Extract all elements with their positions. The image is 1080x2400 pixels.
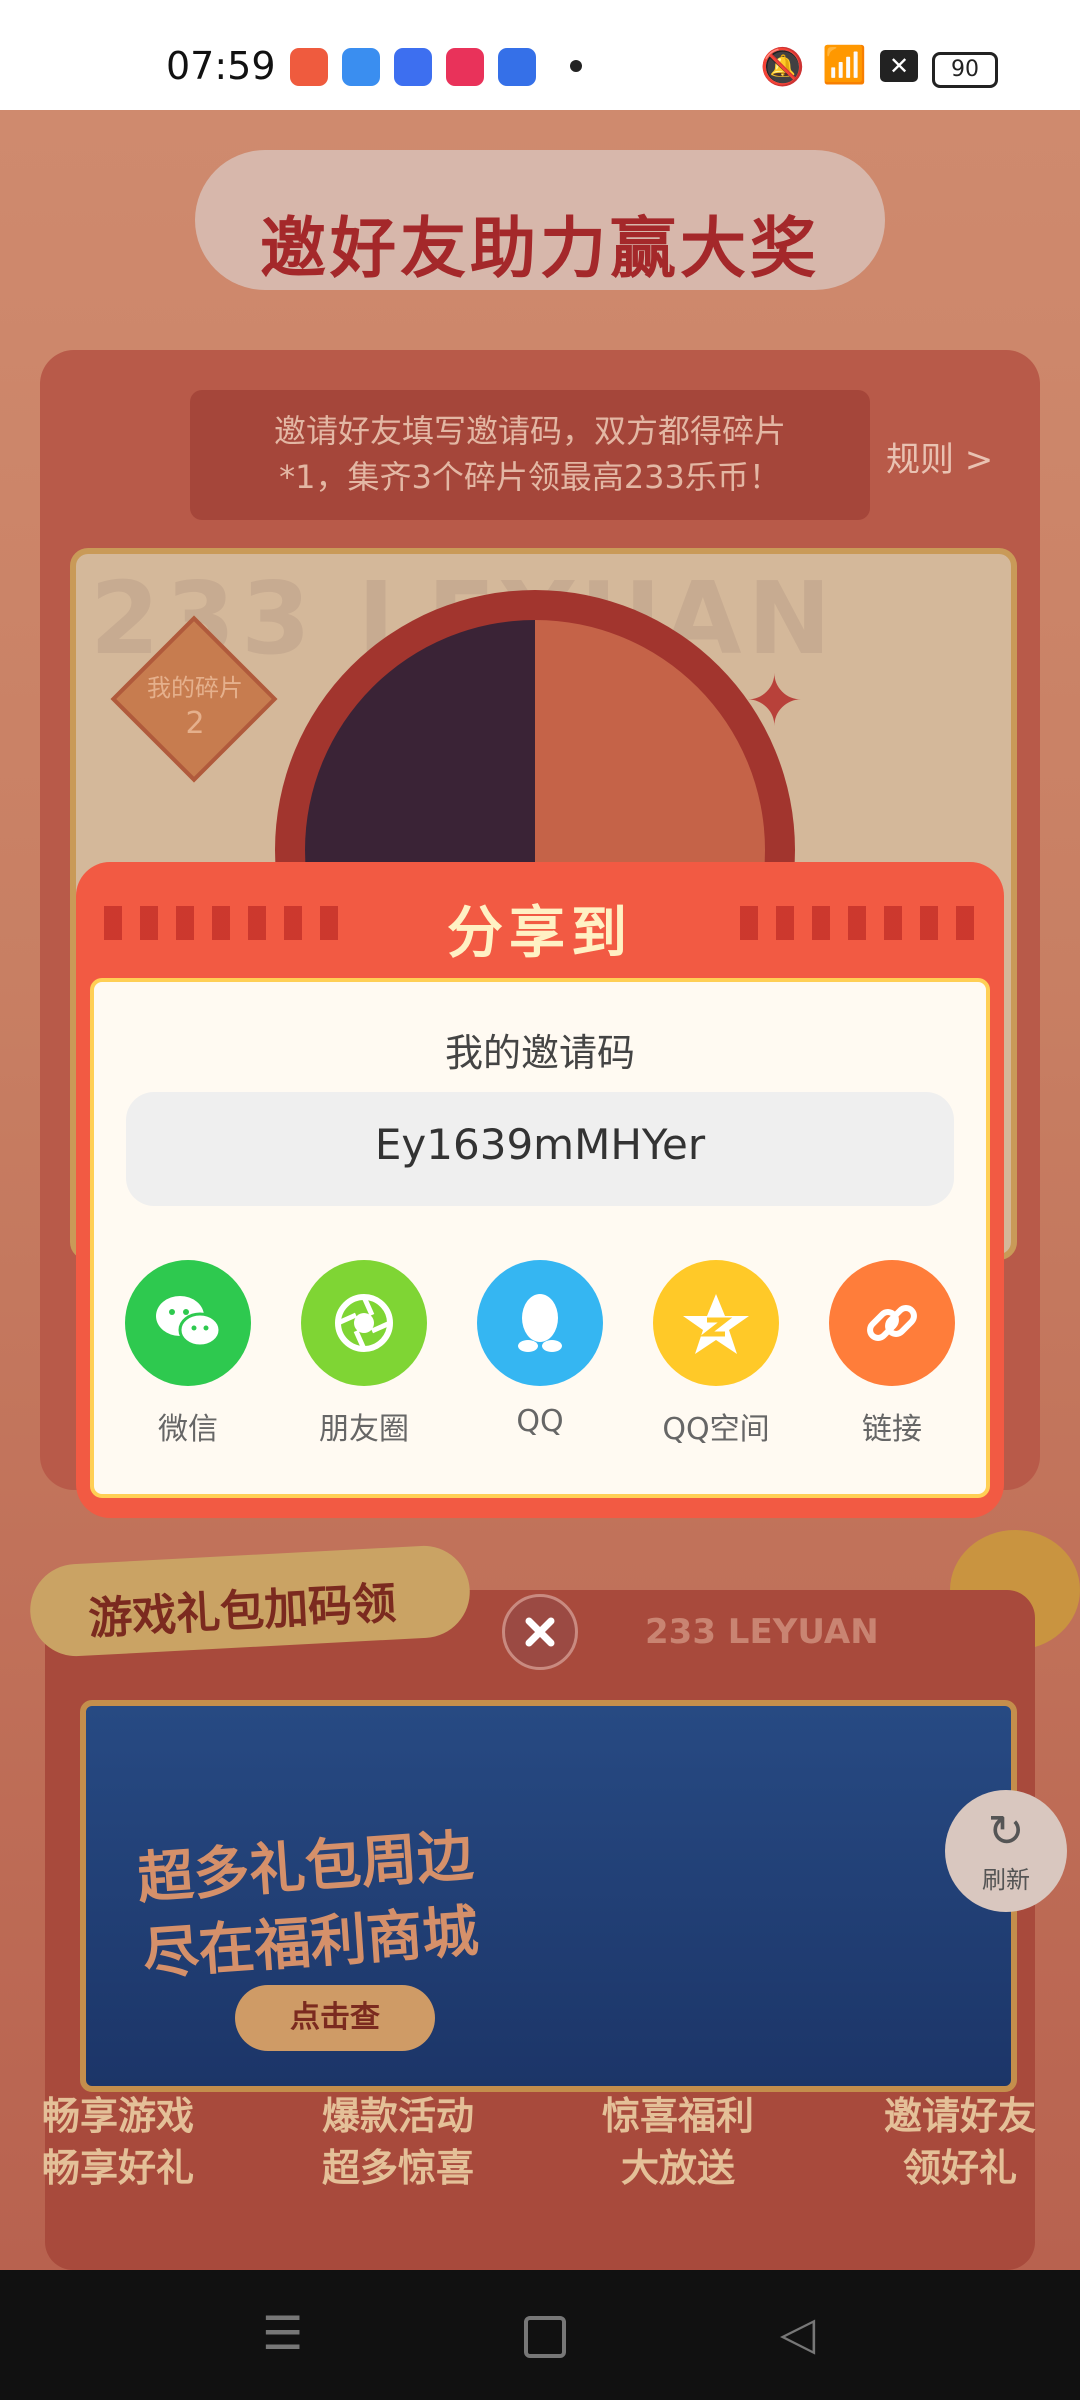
qzone-icon	[653, 1260, 779, 1386]
share-wechat-button[interactable]: 微信	[108, 1260, 268, 1448]
share-qzone-button[interactable]: QQ空间	[636, 1260, 796, 1448]
banner-headline: 超多礼包周边 尽在福利商城	[135, 1823, 481, 1988]
share-label: 链接	[862, 1412, 922, 1447]
share-link-button[interactable]: 链接	[812, 1260, 972, 1448]
page-title: 邀好友助力赢大奖	[260, 210, 820, 287]
video-app-icon	[446, 48, 484, 86]
rules-link[interactable]: 规则 >	[886, 432, 993, 481]
feature-label-games: 畅享游戏 畅享好礼	[41, 2094, 194, 2190]
refresh-label: 刷新	[982, 1866, 1030, 1894]
fragment-count: 2	[185, 706, 205, 741]
banner-button[interactable]: 点击查	[235, 1985, 435, 2051]
qq-icon	[477, 1260, 603, 1386]
status-time: 07:59	[166, 44, 276, 88]
cloud-app-icon	[394, 48, 432, 86]
moments-icon	[301, 1260, 427, 1386]
home-nav-icon[interactable]	[524, 2316, 566, 2358]
feature-label-welfare: 惊喜福利 大放送	[601, 2094, 754, 2190]
close-modal-button[interactable]	[502, 1594, 578, 1670]
mute-icon: 🔕	[760, 47, 805, 88]
menu-nav-icon[interactable]: ☰	[262, 2306, 303, 2360]
share-moments-button[interactable]: 朋友圈	[284, 1260, 444, 1448]
feature-label-invite: 邀请好友 领好礼	[883, 2094, 1036, 2190]
battery-indicator: 90	[932, 52, 998, 88]
wechat-icon	[125, 1260, 251, 1386]
share-label: QQ	[516, 1404, 564, 1439]
sim-off-icon: ✕	[880, 50, 918, 82]
feature-label-events: 爆款活动 超多惊喜	[321, 2094, 474, 2190]
invite-code-label: 我的邀请码	[444, 1031, 635, 1075]
baidu-app-icon	[498, 48, 536, 86]
share-label: QQ空间	[662, 1412, 770, 1447]
share-qq-button[interactable]: QQ	[460, 1260, 620, 1439]
close-icon	[525, 1617, 555, 1647]
rule-description: 邀请好友填写邀请码，双方都得碎片 *1，集齐3个碎片领最高233乐币！	[273, 412, 786, 496]
refresh-icon: ↻	[987, 1806, 1025, 1857]
fragment-label: 我的碎片	[147, 674, 243, 702]
more-notifications-dot	[570, 60, 582, 72]
link-icon	[829, 1260, 955, 1386]
wifi-icon: 📶	[822, 45, 867, 86]
invite-code[interactable]: Ey1639mMHYer	[126, 1120, 954, 1169]
share-label: 朋友圈	[319, 1412, 409, 1447]
modal-title: 分享到	[447, 901, 633, 966]
sparkle-icon: ✦	[745, 660, 804, 742]
gift-section-brand: 233 LEYUAN	[645, 1612, 879, 1652]
share-label: 微信	[158, 1412, 218, 1447]
music-app-icon	[290, 48, 328, 86]
status-bar	[0, 0, 1080, 110]
refresh-button[interactable]: ↻ 刷新	[945, 1790, 1067, 1912]
back-nav-icon[interactable]: ◁	[780, 2306, 815, 2360]
browser-app-icon	[342, 48, 380, 86]
